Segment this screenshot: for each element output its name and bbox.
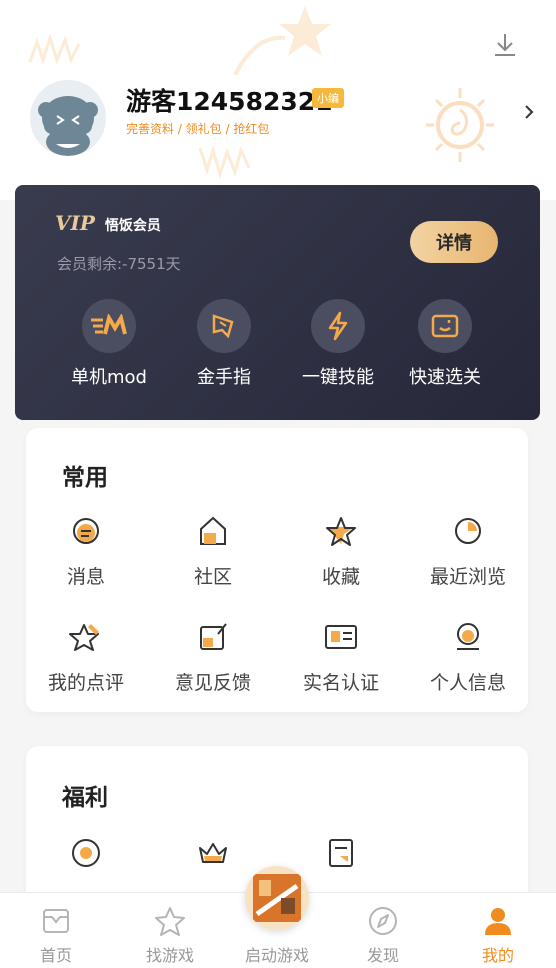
- level-select-icon: [418, 299, 472, 353]
- common-item-personal-info[interactable]: 个人信息: [408, 620, 528, 695]
- vip-detail-button[interactable]: 详情: [410, 221, 498, 263]
- record-icon: [69, 836, 103, 870]
- mod-icon: [82, 299, 136, 353]
- user-icon: [482, 905, 514, 937]
- username[interactable]: 游客124582321: [126, 82, 333, 118]
- vip-logo-mark: VIP: [55, 211, 95, 235]
- community-icon: [196, 514, 230, 548]
- vip-remaining: 会员剩余:-7551天: [57, 255, 181, 273]
- lightning-icon: [311, 299, 365, 353]
- home-icon: [40, 905, 72, 937]
- favorite-icon: [324, 514, 358, 548]
- common-item-real-name[interactable]: 实名认证: [281, 620, 401, 695]
- vip-feature-mod[interactable]: 单机mod: [49, 299, 169, 389]
- launch-game-icon: [245, 866, 309, 930]
- common-title: 常用: [62, 465, 108, 491]
- crown-icon: [196, 836, 230, 870]
- common-item-favorite[interactable]: 收藏: [281, 514, 401, 589]
- common-item-message[interactable]: 消息: [26, 514, 146, 589]
- review-icon: [69, 620, 103, 654]
- nav-mine[interactable]: 我的: [448, 905, 548, 966]
- profile-icon: [451, 620, 485, 654]
- download-icon[interactable]: [490, 30, 520, 60]
- id-card-icon: [324, 620, 358, 654]
- vip-feature-one-key-skill[interactable]: 一键技能: [278, 299, 398, 389]
- message-icon: [69, 514, 103, 548]
- avatar[interactable]: [30, 80, 106, 156]
- nav-launch-game-label[interactable]: 启动游戏: [226, 942, 328, 966]
- vip-feature-level-select[interactable]: 快速选关: [385, 299, 505, 389]
- user-tag-badge: 小编: [312, 88, 344, 108]
- common-section: 常用 消息 社区 收藏 最近浏览 我的点评 意见反馈 实名认证 个人信息: [26, 428, 528, 712]
- swoosh-decoration: [233, 35, 286, 76]
- welfare-item-1[interactable]: [26, 836, 146, 884]
- vip-card: VIP 悟饭会员 会员剩余:-7551天 详情 单机mod 金手指 一键技能 快…: [15, 185, 540, 420]
- spark-decoration-2: [198, 144, 251, 180]
- common-item-community[interactable]: 社区: [153, 514, 273, 589]
- common-item-review[interactable]: 我的点评: [26, 620, 146, 695]
- launch-game-button[interactable]: [245, 866, 309, 930]
- golden-finger-icon: [197, 299, 251, 353]
- common-item-recent[interactable]: 最近浏览: [408, 514, 528, 589]
- vip-features: 单机mod 金手指 一键技能 快速选关: [15, 299, 540, 409]
- recent-icon: [451, 514, 485, 548]
- gift-icon: [324, 836, 358, 870]
- vip-logo: VIP 悟饭会员: [55, 211, 161, 235]
- welfare-title: 福利: [62, 785, 108, 811]
- nav-home[interactable]: 首页: [6, 905, 106, 966]
- sun-decoration: [426, 88, 494, 162]
- nav-discover[interactable]: 发现: [333, 905, 433, 966]
- nav-find-game[interactable]: 找游戏: [120, 905, 220, 966]
- star-icon: [154, 905, 186, 937]
- feedback-icon: [196, 620, 230, 654]
- chevron-right-icon[interactable]: [522, 102, 536, 122]
- vip-feature-golden-finger[interactable]: 金手指: [164, 299, 284, 389]
- compass-icon: [367, 905, 399, 937]
- spark-decoration: [28, 33, 81, 65]
- profile-quick-links[interactable]: 完善资料 / 领礼包 / 抢红包: [126, 120, 269, 137]
- vip-title: 悟饭会员: [104, 218, 161, 234]
- common-item-feedback[interactable]: 意见反馈: [153, 620, 273, 695]
